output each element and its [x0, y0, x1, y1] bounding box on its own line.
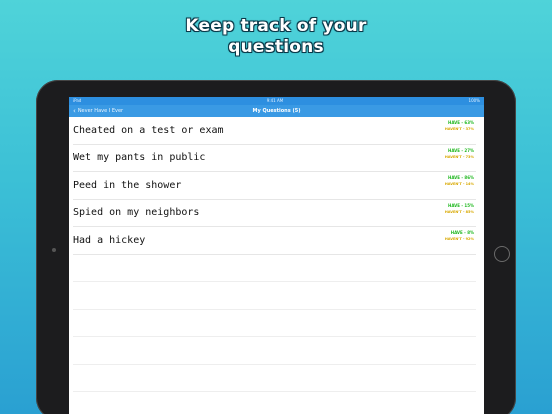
promo-headline: Keep track of your questions — [0, 16, 552, 58]
camera-icon — [52, 248, 56, 252]
question-text: Spied on my neighbors — [73, 207, 200, 219]
chevron-left-icon: ‹ — [73, 107, 76, 115]
empty-row — [73, 310, 476, 337]
question-stats: HAVE - 63% HAVEN'T - 37% — [445, 120, 474, 132]
have-percent: HAVE - 15% — [447, 202, 474, 208]
headline-line-1: Keep track of your — [185, 16, 367, 36]
havent-percent: HAVEN'T - 14% — [444, 182, 474, 186]
status-battery: 100% — [468, 98, 480, 103]
questions-list: Cheated on a test or exam HAVE - 63% HAV… — [69, 117, 484, 392]
question-text: Had a hickey — [73, 234, 146, 246]
back-button-label: Never Have I Ever — [77, 108, 124, 114]
question-stats: HAVE - 86% HAVEN'T - 14% — [445, 175, 474, 187]
havent-percent: HAVEN'T - 85% — [444, 209, 474, 214]
question-text: Peed in the shower — [73, 179, 182, 191]
headline-line-2: questions — [228, 37, 324, 57]
question-row[interactable]: Had a hickey HAVE - 8% HAVEN'T - 92% — [73, 227, 476, 255]
question-row[interactable]: Peed in the shower HAVE - 86% HAVEN'T - … — [73, 172, 476, 200]
page-title: My Questions (5) — [252, 108, 301, 114]
empty-row — [73, 337, 476, 365]
question-stats: HAVE - 27% HAVEN'T - 73% — [445, 148, 474, 160]
question-text: Cheated on a test or exam — [73, 124, 224, 136]
question-row[interactable]: Cheated on a test or exam HAVE - 63% HAV… — [73, 117, 476, 145]
question-text: Wet my pants in public — [73, 152, 206, 164]
question-row[interactable]: Spied on my neighbors HAVE - 15% HAVEN'T… — [73, 200, 476, 227]
have-percent: HAVE - 27% — [447, 147, 474, 153]
status-carrier: iPad — [73, 98, 82, 103]
app-screen: iPad 9:41 AM 100% ‹ Never Have I Ever My… — [69, 97, 484, 414]
question-stats: HAVE - 8% HAVEN'T - 92% — [445, 230, 474, 242]
empty-row — [73, 255, 476, 282]
home-button — [494, 246, 510, 262]
status-time: 9:41 AM — [266, 98, 284, 103]
navigation-bar: ‹ Never Have I Ever My Questions (5) — [69, 105, 484, 117]
empty-row — [73, 282, 476, 310]
havent-percent: HAVEN'T - 37% — [444, 127, 474, 131]
question-stats: HAVE - 15% HAVEN'T - 85% — [445, 203, 474, 215]
back-button[interactable]: ‹ Never Have I Ever — [73, 105, 123, 117]
question-row[interactable]: Wet my pants in public HAVE - 27% HAVEN'… — [73, 145, 476, 172]
havent-percent: HAVEN'T - 92% — [444, 237, 474, 241]
empty-row — [73, 365, 476, 392]
status-bar: iPad 9:41 AM 100% — [69, 97, 484, 105]
havent-percent: HAVEN'T - 73% — [444, 154, 474, 159]
